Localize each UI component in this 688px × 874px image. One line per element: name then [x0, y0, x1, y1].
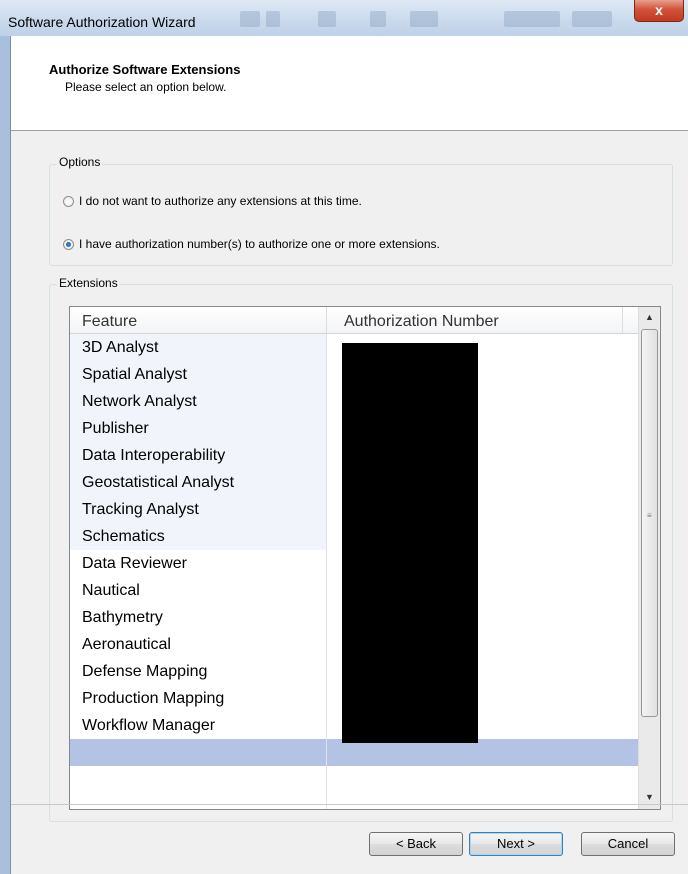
feature-cell: Bathymetry [82, 609, 163, 626]
client-area: Authorize Software Extensions Please sel… [10, 36, 688, 874]
feature-cell-empty[interactable] [70, 739, 326, 766]
column-header-feature[interactable]: Feature [82, 313, 137, 331]
feature-cell: Network Analyst [70, 388, 326, 415]
vertical-scrollbar[interactable]: ▲ ≡ ▼ [638, 307, 660, 809]
window-title: Software Authorization Wizard [8, 14, 196, 30]
radio-label: I do not want to authorize any extension… [79, 194, 362, 208]
feature-cell: Data Interoperability [70, 442, 326, 469]
feature-cell: Nautical [82, 582, 140, 599]
title-bar[interactable]: Software Authorization Wizard x [0, 0, 688, 36]
listview-header: Feature Authorization Number [70, 307, 638, 334]
options-legend: Options [57, 155, 103, 169]
feature-cell: Production Mapping [82, 690, 225, 707]
column-separator-line [326, 334, 327, 809]
feature-cell: Data Reviewer [82, 555, 187, 572]
extensions-legend: Extensions [57, 276, 120, 290]
footer-divider [11, 804, 688, 805]
column-divider[interactable] [622, 307, 623, 333]
redacted-authorization-numbers [342, 343, 478, 743]
feature-cell: Workflow Manager [82, 717, 216, 734]
feature-cell: Schematics [70, 523, 326, 550]
feature-cell: 3D Analyst [70, 334, 326, 361]
scroll-up-arrow-icon[interactable]: ▲ [639, 308, 660, 326]
feature-cell: Geostatistical Analyst [70, 469, 326, 496]
column-header-authorization-number[interactable]: Authorization Number [344, 313, 499, 331]
column-divider[interactable] [326, 307, 327, 333]
radio-no-extensions[interactable]: I do not want to authorize any extension… [63, 194, 362, 208]
table-row-selected-empty[interactable] [70, 739, 638, 766]
grip-icon: ≡ [647, 511, 652, 520]
feature-cell: Aeronautical [82, 636, 171, 653]
cancel-button[interactable]: Cancel [581, 832, 675, 856]
authorization-cell-empty[interactable] [327, 739, 638, 766]
close-button[interactable]: x [634, 0, 684, 22]
extensions-listview[interactable]: Feature Authorization Number 3D Analyst … [69, 306, 661, 810]
scroll-thumb[interactable]: ≡ [641, 329, 658, 717]
wizard-window: Software Authorization Wizard x Authoriz… [0, 0, 688, 874]
next-button[interactable]: Next > [469, 832, 563, 856]
feature-cell: Spatial Analyst [70, 361, 326, 388]
header-panel: Authorize Software Extensions Please sel… [11, 36, 688, 131]
radio-have-authorization[interactable]: I have authorization number(s) to author… [63, 237, 440, 251]
background-taskbar-ghost [240, 8, 630, 32]
radio-button-checked[interactable] [63, 238, 74, 250]
feature-cell: Publisher [70, 415, 326, 442]
radio-button-unchecked[interactable] [63, 195, 74, 207]
page-title: Authorize Software Extensions [49, 62, 241, 77]
page-subtitle: Please select an option below. [65, 80, 227, 94]
radio-label: I have authorization number(s) to author… [79, 237, 440, 251]
back-button[interactable]: < Back [369, 832, 463, 856]
feature-cell: Tracking Analyst [70, 496, 326, 523]
feature-cell: Defense Mapping [82, 663, 208, 680]
